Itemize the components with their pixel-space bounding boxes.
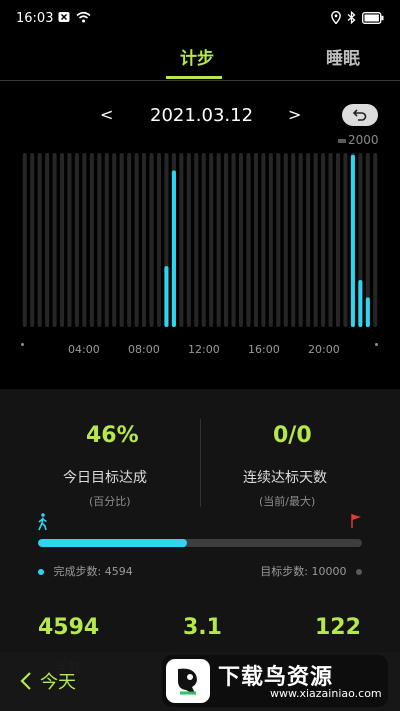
bar-track [194, 153, 199, 327]
completed-dot [38, 569, 44, 575]
steps-bar[interactable] [350, 154, 355, 327]
bar-track [321, 153, 326, 327]
bar-track [261, 153, 266, 327]
bar-track [149, 153, 154, 327]
notification-icon [58, 12, 70, 22]
goal-progress-bar [38, 539, 362, 547]
bar-track [373, 153, 378, 327]
today-button[interactable]: 今天 [20, 668, 76, 694]
watermark-logo: 下载鸟资源 www.xiazainiao.com [162, 655, 388, 707]
bar-track [268, 153, 273, 327]
bar-track [328, 153, 333, 327]
bar-track [276, 153, 281, 327]
x-tick-label: 04:00 [68, 343, 100, 356]
streak-value: 0/0 [273, 423, 312, 448]
wifi-icon [76, 11, 91, 23]
bar-track [335, 153, 341, 327]
battery-icon [362, 11, 384, 24]
tab-active-underline [166, 76, 222, 79]
goal-sub-label: (百分比) [89, 495, 131, 508]
summary-steps: 4594 [38, 615, 100, 640]
streak-label: 连续达标天数 [243, 470, 327, 486]
bar-track [127, 153, 132, 327]
goal-progress-fill [38, 539, 188, 547]
bar-track [52, 153, 57, 327]
steps-bar[interactable] [365, 297, 370, 327]
chevron-left-icon [20, 672, 31, 690]
watermark-url: www.xiazainiao.com [270, 687, 382, 700]
location-icon [331, 11, 341, 24]
goal-label: 今日目标达成 [63, 470, 147, 486]
x-tick-label: 08:00 [128, 343, 160, 356]
axis-dot-end [375, 343, 378, 346]
summary-calories: 122 [315, 615, 361, 640]
bar-track [231, 153, 236, 327]
bar-track [104, 153, 109, 327]
status-bar: 16:03 [0, 0, 400, 38]
bar-track [30, 153, 35, 327]
bar-track [74, 153, 79, 327]
x-tick-label: 20:00 [308, 343, 340, 356]
chart-area: < 2021.03.12 > 2000 04:00 08:00 12:00 16… [0, 81, 400, 389]
axis-dot-start [21, 343, 24, 346]
bar-track [246, 153, 251, 327]
bar-track [306, 153, 311, 327]
bar-track [134, 153, 139, 327]
steps-bar[interactable] [358, 280, 363, 327]
bar-track [186, 153, 191, 327]
bar-track [22, 153, 27, 327]
bar-track [253, 153, 258, 327]
completed-steps-label: 完成步数: 4594 [53, 565, 133, 578]
completed-steps-legend: 完成步数: 4594 [38, 563, 133, 579]
bar-track [82, 153, 87, 327]
streak-sub-label: (当前/最大) [259, 495, 316, 508]
bar-track [45, 153, 50, 327]
goal-percent: 46% [86, 423, 139, 448]
today-label: 今天 [40, 672, 76, 693]
bar-track [112, 153, 117, 327]
bar-track [156, 153, 162, 327]
status-left-icons [58, 11, 91, 23]
bar-track [59, 153, 65, 327]
bar-track [283, 153, 288, 327]
bar-track [343, 153, 348, 327]
bar-track [216, 153, 221, 327]
bird-logo-icon [166, 659, 210, 703]
bar-track [97, 153, 102, 327]
bar-track [298, 153, 303, 327]
steps-bar[interactable] [164, 266, 169, 327]
stats-divider [200, 419, 201, 507]
tab-steps[interactable]: 计步 [180, 44, 214, 69]
target-steps-label: 目标步数: 10000 [260, 565, 347, 578]
summary-distance: 3.1 [183, 615, 222, 640]
bar-track [224, 153, 229, 327]
tab-bar: 计步 睡眠 [0, 38, 400, 81]
bar-track [89, 153, 94, 327]
target-steps-legend: 目标步数: 10000 [260, 563, 362, 579]
bar-track [37, 153, 42, 327]
walking-person-icon [38, 513, 47, 531]
x-tick-label: 12:00 [188, 343, 220, 356]
steps-bar[interactable] [171, 170, 176, 327]
bar-track [313, 153, 318, 327]
bar-track [238, 153, 244, 327]
x-tick-label: 16:00 [248, 343, 280, 356]
status-time: 16:03 [16, 11, 54, 26]
target-dot [356, 569, 362, 575]
bar-track [209, 153, 214, 327]
goal-flag-icon [351, 514, 361, 528]
status-right-icons [331, 11, 384, 24]
bar-track [201, 153, 206, 327]
tab-sleep[interactable]: 睡眠 [326, 44, 360, 69]
bar-track [142, 153, 147, 327]
bar-track [179, 153, 184, 327]
bluetooth-icon [347, 11, 356, 24]
bar-track [67, 153, 72, 327]
bar-track [291, 153, 296, 327]
bar-track [119, 153, 124, 327]
